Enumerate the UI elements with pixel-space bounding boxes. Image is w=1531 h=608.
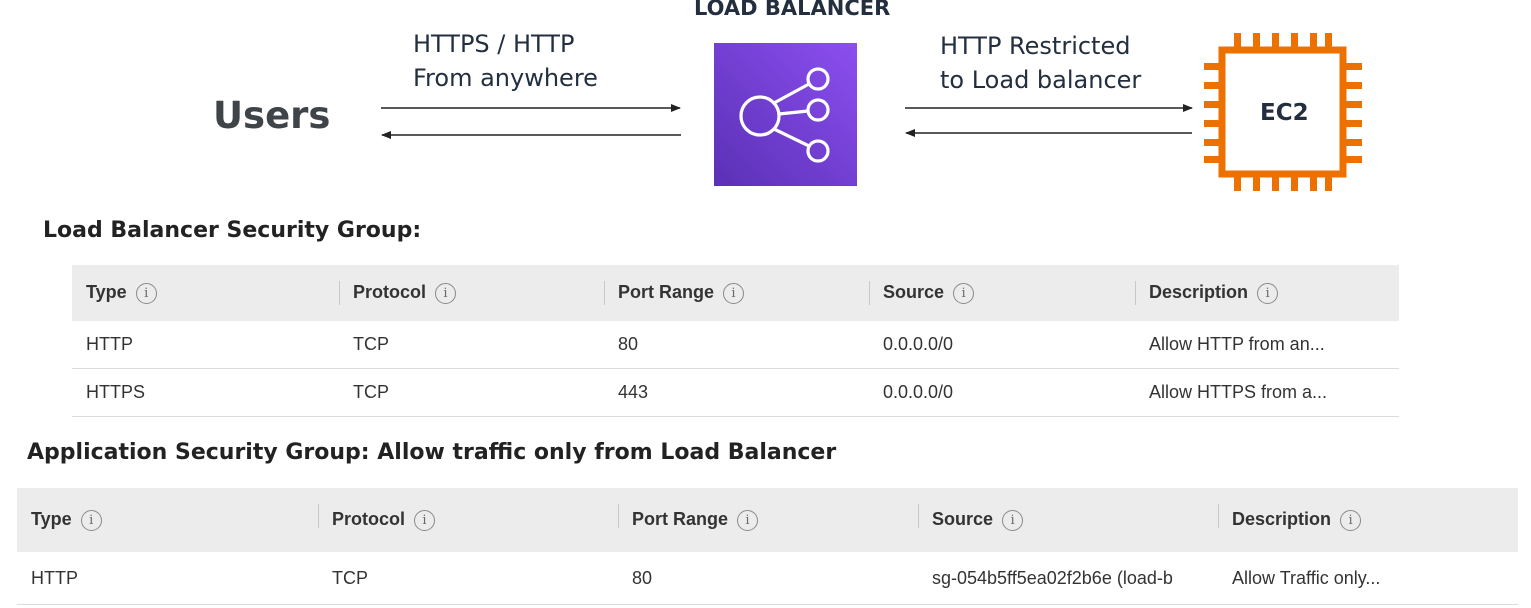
- col-header-description[interactable]: Description i: [1218, 488, 1518, 552]
- info-icon[interactable]: i: [1340, 510, 1362, 531]
- col-header-label: Description: [1232, 509, 1332, 529]
- table-header-row: Type i Protocol i Port Range i Source i Desc…: [17, 488, 1518, 552]
- cell-protocol: TCP: [339, 321, 604, 369]
- column-divider: [869, 281, 870, 305]
- info-icon[interactable]: i: [723, 283, 745, 304]
- col-header-protocol[interactable]: Protocol i: [318, 488, 618, 552]
- column-divider: [1135, 281, 1136, 305]
- col-header-label: Protocol: [353, 282, 427, 302]
- app-security-group-title: Application Security Group: Allow traffi…: [27, 440, 837, 465]
- cell-protocol: TCP: [318, 552, 618, 605]
- col-header-label: Type: [31, 509, 72, 529]
- col-header-port-range[interactable]: Port Range i: [618, 488, 918, 552]
- col-header-source[interactable]: Source i: [869, 265, 1135, 321]
- table-header-row: Type i Protocol i Port Range i Source i Desc…: [72, 265, 1399, 321]
- column-divider: [618, 504, 619, 528]
- col-header-label: Protocol: [332, 509, 406, 529]
- ec2-label: EC2: [1260, 100, 1309, 126]
- load-balancer-glyph: [739, 67, 830, 163]
- cell-description: Allow Traffic only...: [1218, 552, 1518, 605]
- col-header-type[interactable]: Type i: [72, 265, 339, 321]
- col-header-label: Source: [883, 282, 945, 302]
- col-header-label: Port Range: [618, 282, 715, 302]
- cell-type: HTTP: [72, 321, 339, 369]
- info-icon[interactable]: i: [435, 283, 457, 304]
- cell-source: sg-054b5ff5ea02f2b6e (load-b: [918, 552, 1218, 605]
- table-row[interactable]: HTTP TCP 80 sg-054b5ff5ea02f2b6e (load-b…: [17, 552, 1518, 605]
- info-icon[interactable]: i: [414, 510, 436, 531]
- col-header-label: Description: [1149, 282, 1249, 302]
- info-icon[interactable]: i: [80, 510, 102, 531]
- cell-port-range: 80: [618, 552, 918, 605]
- info-icon[interactable]: i: [135, 283, 157, 304]
- app-security-group-table: Type i Protocol i Port Range i Source i Desc…: [17, 488, 1518, 605]
- col-header-label: Source: [932, 509, 994, 529]
- info-icon[interactable]: i: [737, 510, 759, 531]
- cell-port-range: 80: [604, 321, 869, 369]
- column-divider: [339, 281, 340, 305]
- elastic-load-balancer-icon: [714, 43, 857, 186]
- table-row[interactable]: HTTP TCP 80 0.0.0.0/0 Allow HTTP from an…: [72, 321, 1399, 369]
- column-divider: [604, 281, 605, 305]
- column-divider: [918, 504, 919, 528]
- info-icon[interactable]: i: [1257, 283, 1279, 304]
- cell-source: 0.0.0.0/0: [869, 321, 1135, 369]
- cell-source: 0.0.0.0/0: [869, 368, 1135, 417]
- cell-type: HTTP: [17, 552, 318, 605]
- col-header-label: Port Range: [632, 509, 729, 529]
- col-header-source[interactable]: Source i: [918, 488, 1218, 552]
- cell-type: HTTPS: [72, 368, 339, 417]
- cell-description: Allow HTTP from an...: [1135, 321, 1399, 369]
- column-divider: [318, 504, 319, 528]
- col-header-label: Type: [86, 282, 127, 302]
- col-header-protocol[interactable]: Protocol i: [339, 265, 604, 321]
- cell-port-range: 443: [604, 368, 869, 417]
- lb-security-group-table: Type i Protocol i Port Range i Source i Desc…: [72, 265, 1399, 417]
- info-icon[interactable]: i: [1002, 510, 1024, 531]
- col-header-port-range[interactable]: Port Range i: [604, 265, 869, 321]
- cell-description: Allow HTTPS from a...: [1135, 368, 1399, 417]
- col-header-description[interactable]: Description i: [1135, 265, 1399, 321]
- table-row[interactable]: HTTPS TCP 443 0.0.0.0/0 Allow HTTPS from…: [72, 368, 1399, 417]
- column-divider: [1218, 504, 1219, 528]
- lb-security-group-title: Load Balancer Security Group:: [43, 218, 422, 243]
- cell-protocol: TCP: [339, 368, 604, 417]
- col-header-type[interactable]: Type i: [17, 488, 318, 552]
- info-icon[interactable]: i: [953, 283, 975, 304]
